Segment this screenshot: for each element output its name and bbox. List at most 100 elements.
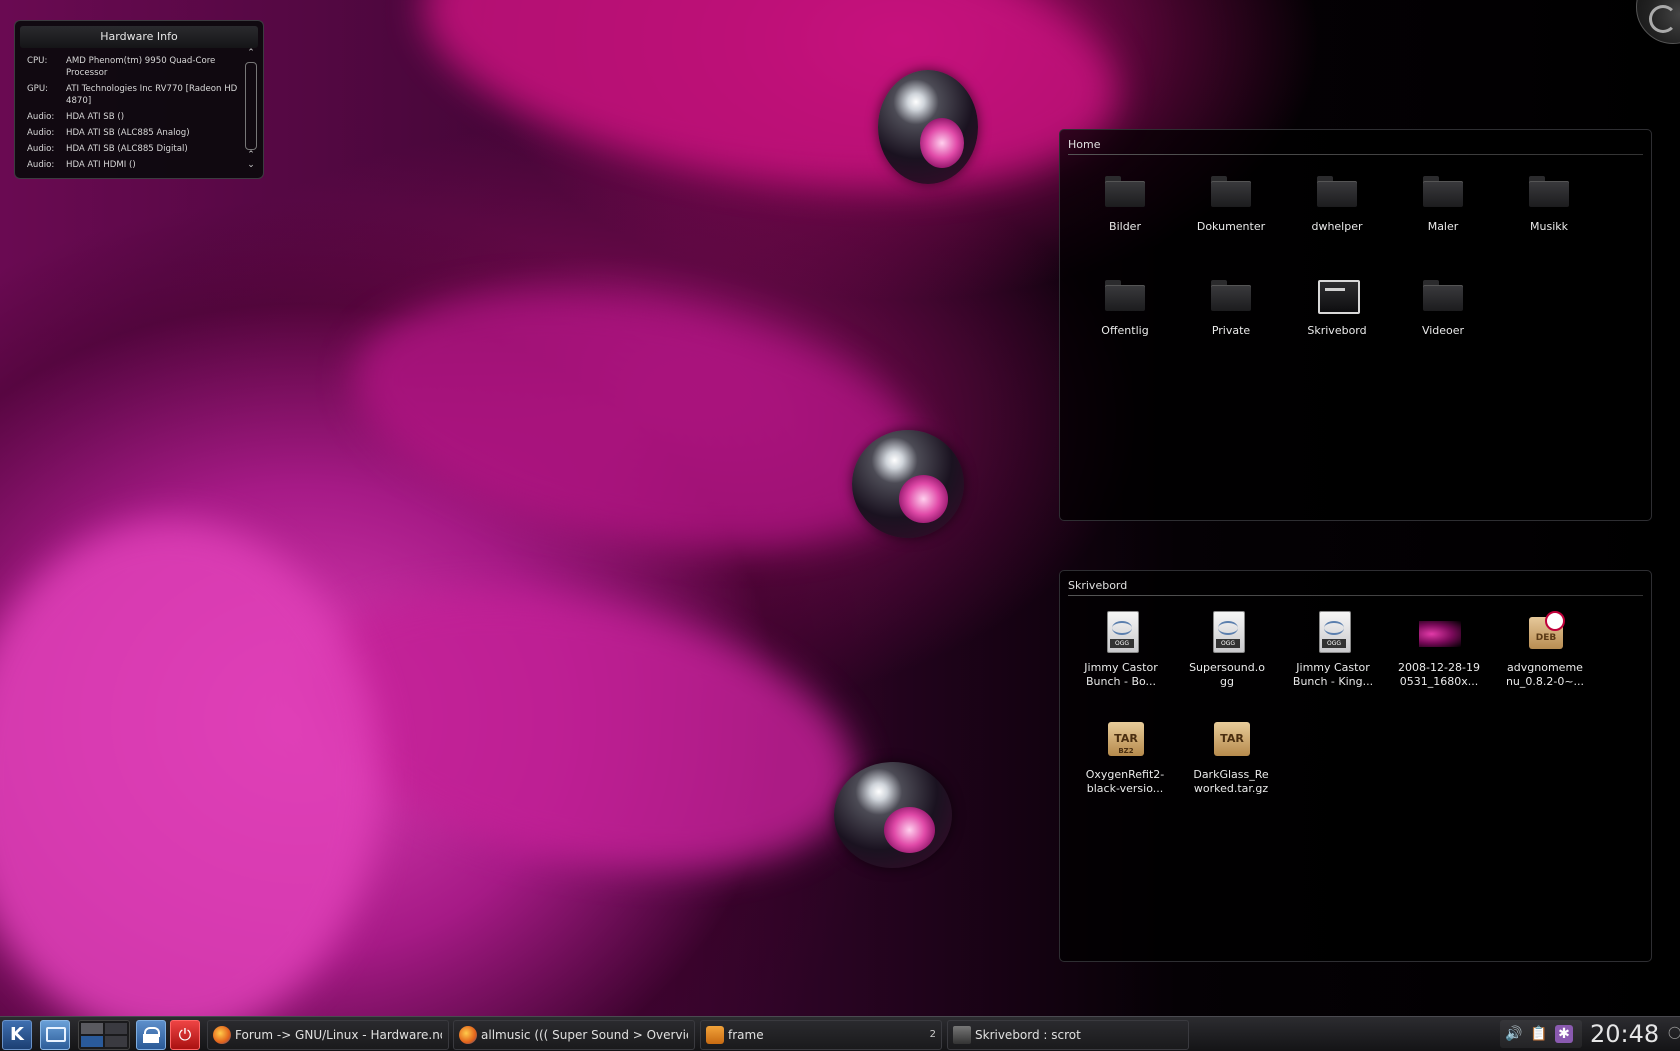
file-item[interactable]: TAR BZ2 OxygenRefit2- black-versio...	[1075, 718, 1175, 796]
panel-toolbox-icon[interactable]: ◯	[1668, 1025, 1680, 1043]
hardware-scrollbar[interactable]: ⌃ ⌃ ⌄	[245, 48, 257, 172]
task-allmusic[interactable]: allmusic ((( Super Sound > Overview	[453, 1020, 695, 1050]
file-item[interactable]: DEB advgnomeme nu_0.8.2-0~...	[1495, 611, 1595, 689]
hardware-list: CPU: AMD Phenom(tm) 9950 Quad-Core Proce…	[27, 55, 245, 175]
hardware-value: AMD Phenom(tm) 9950 Quad-Core Processor	[66, 56, 216, 78]
folder-item-dokumenter[interactable]: Dokumenter	[1181, 170, 1281, 234]
item-label: Bunch - King...	[1292, 675, 1374, 688]
folder-item-offentlig[interactable]: Offentlig	[1075, 274, 1175, 338]
hardware-key: Audio:	[27, 112, 55, 122]
item-label: DarkGlass_Re	[1193, 768, 1269, 781]
file-item[interactable]: OGG Jimmy Castor Bunch - Bo...	[1071, 611, 1171, 689]
task-label: Skrivebord : scrot	[975, 1028, 1081, 1042]
task-forum-hardware[interactable]: Forum -> GNU/Linux - Hardware.no	[207, 1020, 449, 1050]
hardware-row: Audio: HDA ATI SB ()	[27, 111, 245, 123]
scroll-up-icon[interactable]: ⌃	[245, 48, 257, 58]
file-item[interactable]: OGG Supersound.o gg	[1177, 611, 1277, 689]
folder-item-maler[interactable]: Maler	[1393, 170, 1493, 234]
task-label: Forum -> GNU/Linux - Hardware.no	[235, 1028, 442, 1042]
folder-item-dwhelper[interactable]: dwhelper	[1287, 170, 1387, 234]
item-label: dwhelper	[1311, 220, 1363, 233]
item-label: worked.tar.gz	[1193, 782, 1269, 795]
hardware-value: HDA ATI SB (ALC885 Digital)	[66, 144, 188, 154]
hardware-value: HDA ATI SB ()	[66, 112, 125, 122]
hardware-key: CPU:	[27, 56, 48, 66]
item-label: Supersound.o	[1189, 661, 1265, 674]
pager-desktop-4[interactable]	[105, 1036, 127, 1047]
task-frame[interactable]: frame 2	[700, 1020, 942, 1050]
clipboard-icon[interactable]: 📋	[1530, 1025, 1548, 1043]
folder-item-private[interactable]: Private	[1181, 274, 1281, 338]
headphones-icon	[706, 1026, 724, 1044]
firefox-icon	[459, 1026, 477, 1044]
tar-archive-icon: TAR	[1207, 718, 1255, 762]
ogg-file-icon: OGG	[1097, 611, 1145, 655]
folder-icon	[1101, 274, 1149, 318]
title-divider	[1068, 595, 1643, 596]
hardware-row: Audio: HDA ATI SB (ALC885 Analog)	[27, 127, 245, 139]
hardware-key: Audio:	[27, 160, 55, 170]
folder-item-musikk[interactable]: Musikk	[1499, 170, 1599, 234]
task-label: allmusic ((( Super Sound > Overview	[481, 1028, 688, 1042]
pager-desktop-3[interactable]	[81, 1036, 103, 1047]
show-desktop-button[interactable]	[40, 1020, 70, 1050]
settings-icon[interactable]: ✱	[1555, 1025, 1573, 1043]
file-item[interactable]: 2008-12-28-19 0531_1680x...	[1389, 611, 1489, 689]
taskbar-panel: K ⏻ Forum -> GNU/Linux - Hardware.no all…	[0, 1016, 1680, 1051]
widget-title: Hardware Info	[20, 26, 258, 48]
folder-item-skrivebord[interactable]: Skrivebord	[1287, 274, 1387, 338]
firefox-icon	[213, 1026, 231, 1044]
logout-button[interactable]: ⏻	[170, 1020, 200, 1050]
title-divider	[1068, 154, 1643, 155]
hardware-row: GPU: ATI Technologies Inc RV770 [Radeon …	[27, 83, 245, 107]
item-label: Maler	[1427, 220, 1459, 233]
file-item[interactable]: OGG Jimmy Castor Bunch - King...	[1283, 611, 1383, 689]
folder-icon	[1525, 170, 1573, 214]
item-label: Skrivebord	[1307, 324, 1367, 337]
pager-widget[interactable]	[78, 1020, 130, 1050]
kde-menu-icon: K	[10, 1024, 24, 1045]
item-label: Dokumenter	[1196, 220, 1266, 233]
hardware-key: Audio:	[27, 144, 55, 154]
hardware-key: Audio:	[27, 128, 55, 138]
folder-item-videoer[interactable]: Videoer	[1393, 274, 1493, 338]
tar-bz2-archive-icon: TAR BZ2	[1101, 718, 1149, 762]
volume-icon[interactable]: 🔊	[1505, 1025, 1523, 1043]
hardware-row: CPU: AMD Phenom(tm) 9950 Quad-Core Proce…	[27, 55, 245, 79]
skrivebord-folder-view: Skrivebord OGG Jimmy Castor Bunch - Bo..…	[1059, 570, 1652, 962]
toolbox-icon	[1649, 5, 1677, 33]
pager-desktop-2[interactable]	[105, 1023, 127, 1034]
item-label: Bilder	[1109, 220, 1141, 233]
ogg-file-icon: OGG	[1309, 611, 1357, 655]
item-label: Jimmy Castor	[1084, 661, 1158, 674]
scrollbar-track[interactable]	[245, 62, 257, 150]
hardware-row: Audio: HDA ATI HDMI ()	[27, 159, 245, 171]
hardware-value: HDA ATI HDMI ()	[66, 160, 136, 170]
folder-item-bilder[interactable]: Bilder	[1075, 170, 1175, 234]
home-folder-view: Home Bilder Dokumenter dwhelper Maler Mu…	[1059, 129, 1652, 521]
pager-desktop-1[interactable]	[81, 1023, 103, 1034]
task-scrot[interactable]: Skrivebord : scrot	[947, 1020, 1189, 1050]
folder-view-title: Skrivebord	[1068, 579, 1128, 592]
folder-icon	[1207, 170, 1255, 214]
item-label: Musikk	[1530, 220, 1568, 233]
clock[interactable]: 20:48	[1590, 1017, 1659, 1051]
scroll-down-icon[interactable]: ⌄	[245, 160, 257, 170]
kde-menu-button[interactable]: K	[2, 1020, 32, 1050]
folder-icon	[1207, 274, 1255, 318]
file-item[interactable]: TAR DarkGlass_Re worked.tar.gz	[1181, 718, 1281, 796]
monitor-icon	[46, 1027, 66, 1042]
task-label: frame	[728, 1028, 764, 1042]
item-label: Jimmy Castor	[1296, 661, 1370, 674]
item-label: gg	[1220, 675, 1234, 688]
water-drop-bottom	[834, 762, 952, 868]
scroll-up-icon[interactable]: ⌃	[245, 150, 257, 160]
lock-screen-button[interactable]	[136, 1020, 166, 1050]
folder-icon	[1419, 170, 1467, 214]
system-tray: 🔊 📋 ✱	[1500, 1020, 1582, 1048]
item-label: Videoer	[1421, 324, 1465, 337]
folder-icon	[1101, 170, 1149, 214]
item-label: OxygenRefit2-	[1085, 768, 1165, 781]
hardware-row: Audio: HDA ATI SB (ALC885 Digital)	[27, 143, 245, 155]
item-label: Offentlig	[1101, 324, 1149, 337]
